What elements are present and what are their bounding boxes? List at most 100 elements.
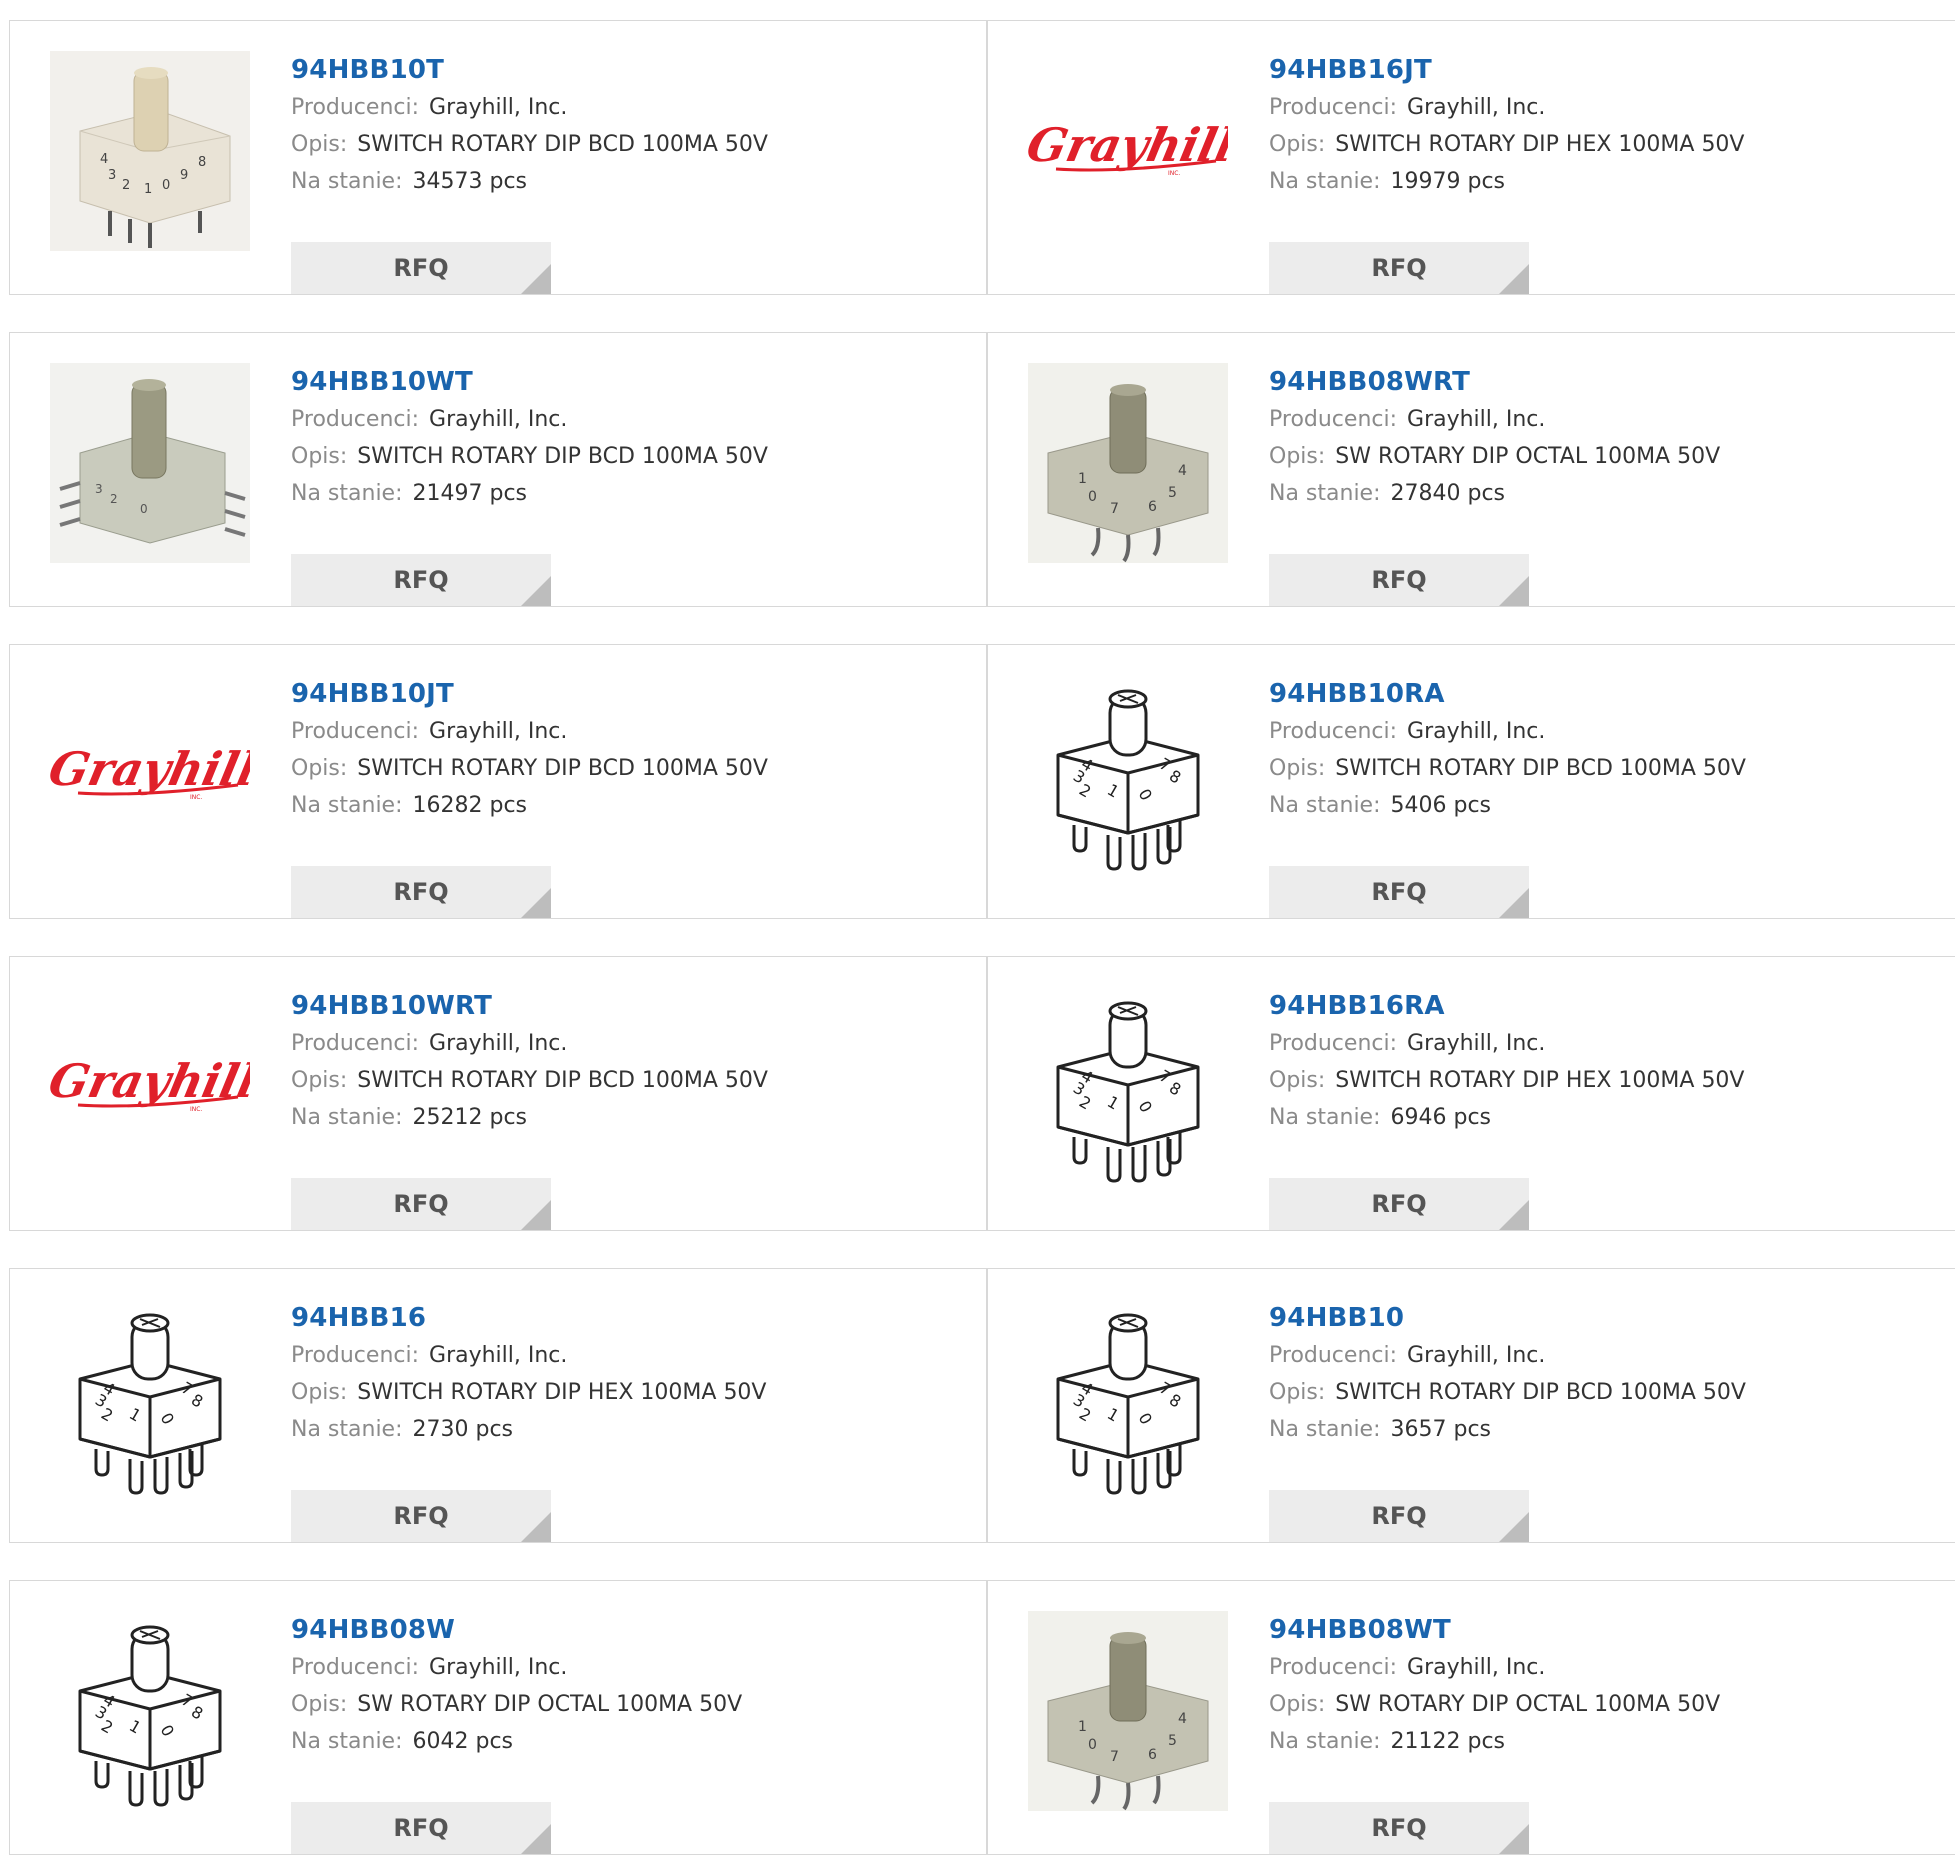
grayhill-logo-icon[interactable]: Grayhill INC. xyxy=(1028,51,1228,251)
svg-text:INC.: INC. xyxy=(190,1106,202,1113)
part-number-link[interactable]: 94HBB08WRT xyxy=(1269,363,1955,401)
product-info: 94HBB08WT Producenci: Grayhill, Inc. Opis… xyxy=(1269,1611,1955,1854)
part-number-link[interactable]: 94HBB10 xyxy=(1269,1299,1955,1337)
rfq-button[interactable]: RFQ xyxy=(291,554,551,606)
rfq-label: RFQ xyxy=(1371,566,1427,594)
description-row: Opis: SWITCH ROTARY DIP HEX 100MA 50V xyxy=(291,1374,976,1411)
rfq-button[interactable]: RFQ xyxy=(1269,866,1529,918)
description-value: SWITCH ROTARY DIP BCD 100MA 50V xyxy=(1335,756,1746,781)
svg-text:5: 5 xyxy=(1168,485,1177,501)
description-row: Opis: SW ROTARY DIP OCTAL 100MA 50V xyxy=(1269,438,1955,475)
description-value: SWITCH ROTARY DIP HEX 100MA 50V xyxy=(357,1380,767,1405)
svg-text:1: 1 xyxy=(1078,471,1087,487)
part-number-link[interactable]: 94HBB10T xyxy=(291,51,976,89)
product-info: 94HBB10WT Producenci: Grayhill, Inc. Opis… xyxy=(291,363,976,606)
rfq-label: RFQ xyxy=(1371,1190,1427,1218)
part-number-link[interactable]: 94HBB16 xyxy=(291,1299,976,1337)
product-image-icon[interactable]: 32 0 xyxy=(50,363,250,563)
svg-text:3: 3 xyxy=(95,482,103,496)
corner-triangle-icon xyxy=(1499,264,1529,294)
part-number-link[interactable]: 94HBB10JT xyxy=(291,675,976,713)
part-number-link[interactable]: 94HBB10RA xyxy=(1269,675,1955,713)
description-value: SWITCH ROTARY DIP HEX 100MA 50V xyxy=(1335,132,1745,157)
manufacturer-row: Producenci: Grayhill, Inc. xyxy=(1269,1337,1955,1374)
rfq-button[interactable]: RFQ xyxy=(1269,1490,1529,1542)
description-label: Opis: xyxy=(291,756,348,781)
rfq-button[interactable]: RFQ xyxy=(291,1802,551,1854)
part-number-link[interactable]: 94HBB10WT xyxy=(291,363,976,401)
manufacturer-value: Grayhill, Inc. xyxy=(1407,1655,1546,1680)
stock-label: Na stanie: xyxy=(291,1729,403,1754)
part-number-link[interactable]: 94HBB10WRT xyxy=(291,987,976,1025)
description-label: Opis: xyxy=(291,132,348,157)
svg-text:7: 7 xyxy=(1110,1749,1119,1765)
svg-text:INC.: INC. xyxy=(190,794,202,801)
product-image-icon[interactable]: 107 654 xyxy=(1028,363,1228,563)
description-row: Opis: SWITCH ROTARY DIP BCD 100MA 50V xyxy=(291,126,976,163)
product-image-icon[interactable]: 4 3 2 1 7 8 0 xyxy=(1028,675,1228,875)
product-image-icon[interactable]: 107 654 xyxy=(1028,1611,1228,1811)
stock-label: Na stanie: xyxy=(1269,481,1381,506)
corner-triangle-icon xyxy=(1499,888,1529,918)
product-info: 94HBB10JT Producenci: Grayhill, Inc. Opis… xyxy=(291,675,976,918)
description-value: SWITCH ROTARY DIP BCD 100MA 50V xyxy=(357,132,768,157)
grayhill-logo-icon[interactable]: Grayhill INC. xyxy=(50,675,250,875)
rfq-button[interactable]: RFQ xyxy=(1269,242,1529,294)
product-card: 4 3 2 1 7 8 0 94HBB10 Producenci: Grayhil… xyxy=(987,1268,1955,1543)
rfq-label: RFQ xyxy=(393,878,449,906)
corner-triangle-icon xyxy=(521,576,551,606)
product-image-icon[interactable]: 4 3 2 1 7 8 0 xyxy=(50,1299,250,1499)
svg-text:9: 9 xyxy=(180,168,188,183)
rfq-button[interactable]: RFQ xyxy=(1269,1178,1529,1230)
product-card: 432 1098 94HBB10T Producenci: Grayhill, I… xyxy=(9,20,987,295)
rfq-button[interactable]: RFQ xyxy=(291,1490,551,1542)
description-label: Opis: xyxy=(1269,444,1326,469)
stock-row: Na stanie: 6946 pcs xyxy=(1269,1099,1955,1136)
svg-text:2: 2 xyxy=(110,492,118,506)
rfq-button[interactable]: RFQ xyxy=(1269,554,1529,606)
manufacturer-value: Grayhill, Inc. xyxy=(1407,1031,1546,1056)
description-value: SWITCH ROTARY DIP HEX 100MA 50V xyxy=(1335,1068,1745,1093)
manufacturer-row: Producenci: Grayhill, Inc. xyxy=(1269,401,1955,438)
description-label: Opis: xyxy=(1269,132,1326,157)
description-label: Opis: xyxy=(291,1692,348,1717)
rfq-label: RFQ xyxy=(393,1190,449,1218)
description-value: SW ROTARY DIP OCTAL 100MA 50V xyxy=(357,1692,743,1717)
description-label: Opis: xyxy=(1269,756,1326,781)
stock-value: 2730 pcs xyxy=(412,1417,514,1442)
rfq-button[interactable]: RFQ xyxy=(291,1178,551,1230)
description-row: Opis: SWITCH ROTARY DIP HEX 100MA 50V xyxy=(1269,126,1955,163)
product-card: Grayhill INC. 94HBB10JT Producenci: Grayh… xyxy=(9,644,987,919)
product-card: 107 654 94HBB08WRT Producenci: Grayhill, … xyxy=(987,332,1955,607)
product-image-icon[interactable]: 432 1098 xyxy=(50,51,250,251)
description-value: SW ROTARY DIP OCTAL 100MA 50V xyxy=(1335,1692,1721,1717)
description-row: Opis: SWITCH ROTARY DIP BCD 100MA 50V xyxy=(291,438,976,475)
svg-text:0: 0 xyxy=(1088,489,1097,505)
product-image-icon[interactable]: 4 3 2 1 7 8 0 xyxy=(1028,987,1228,1187)
manufacturer-label: Producenci: xyxy=(291,1031,420,1056)
manufacturer-label: Producenci: xyxy=(291,1655,420,1680)
description-row: Opis: SW ROTARY DIP OCTAL 100MA 50V xyxy=(1269,1686,1955,1723)
part-number-link[interactable]: 94HBB08W xyxy=(291,1611,976,1649)
product-info: 94HBB08W Producenci: Grayhill, Inc. Opis:… xyxy=(291,1611,976,1854)
product-image-icon[interactable]: 4 3 2 1 7 8 0 xyxy=(1028,1299,1228,1499)
rfq-button[interactable]: RFQ xyxy=(1269,1802,1529,1854)
stock-label: Na stanie: xyxy=(291,169,403,194)
product-card: 4 3 2 1 7 8 0 94HBB10RA Producenci: Grayh… xyxy=(987,644,1955,919)
stock-row: Na stanie: 21122 pcs xyxy=(1269,1723,1955,1760)
description-label: Opis: xyxy=(1269,1380,1326,1405)
grayhill-logo-icon[interactable]: Grayhill INC. xyxy=(50,987,250,1187)
svg-text:6: 6 xyxy=(1148,499,1157,515)
product-info: 94HBB10WRT Producenci: Grayhill, Inc. Opi… xyxy=(291,987,976,1230)
part-number-link[interactable]: 94HBB16RA xyxy=(1269,987,1955,1025)
product-card: 4 3 2 1 7 8 0 94HBB08W Producenci: Grayhi… xyxy=(9,1580,987,1855)
part-number-link[interactable]: 94HBB16JT xyxy=(1269,51,1955,89)
rfq-button[interactable]: RFQ xyxy=(291,866,551,918)
product-info: 94HBB10RA Producenci: Grayhill, Inc. Opis… xyxy=(1269,675,1955,918)
stock-label: Na stanie: xyxy=(1269,1417,1381,1442)
svg-text:0: 0 xyxy=(1088,1737,1097,1753)
part-number-link[interactable]: 94HBB08WT xyxy=(1269,1611,1955,1649)
product-image-icon[interactable]: 4 3 2 1 7 8 0 xyxy=(50,1611,250,1811)
corner-triangle-icon xyxy=(1499,576,1529,606)
rfq-button[interactable]: RFQ xyxy=(291,242,551,294)
